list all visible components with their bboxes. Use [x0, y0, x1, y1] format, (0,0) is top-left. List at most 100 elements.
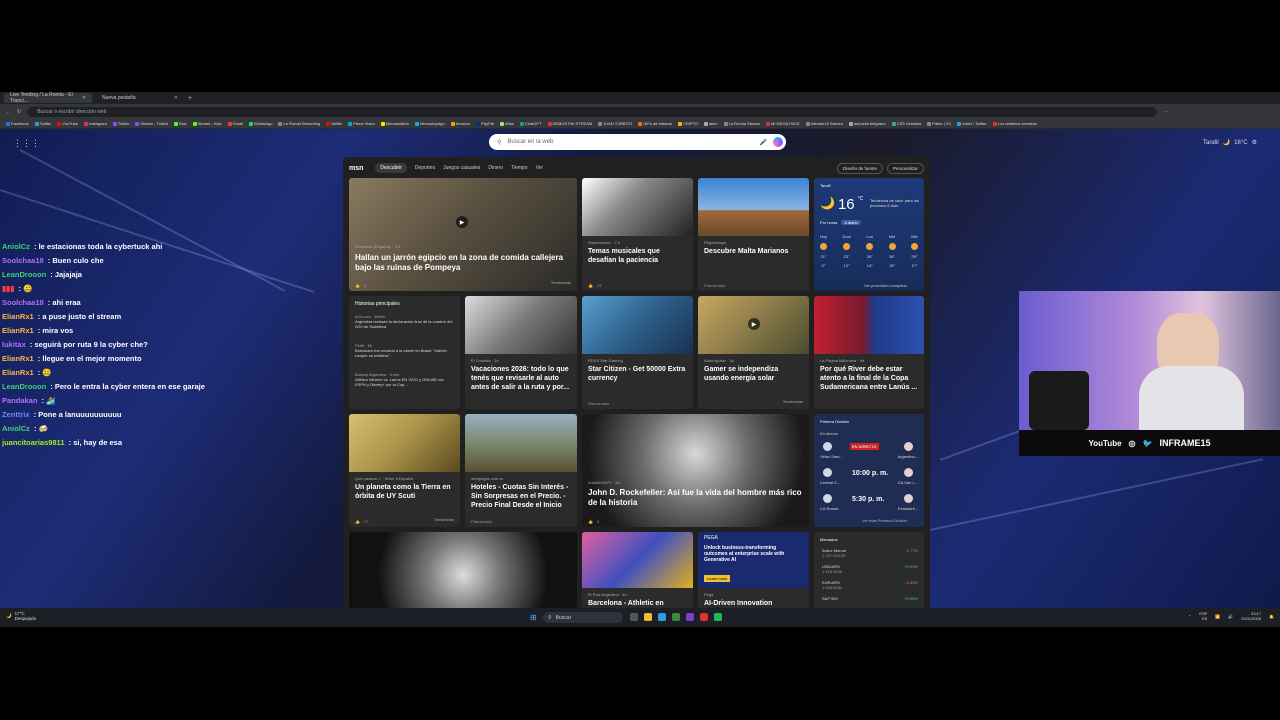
bookmark-item[interactable]: MI MEGA PACK: [765, 121, 800, 126]
edge-icon[interactable]: [658, 613, 666, 621]
chat-username[interactable]: ElianRx1: [2, 368, 34, 377]
notifications-icon[interactable]: 🔔: [1269, 614, 1274, 619]
back-icon[interactable]: ←: [6, 109, 11, 115]
bookmark-item[interactable]: Inicio / Twitter: [957, 121, 987, 126]
bookmark-item[interactable]: Netflix: [326, 121, 342, 126]
markets-card[interactable]: Mercados Índice Merval 2.787.244,99 -1,77%…: [814, 532, 924, 610]
like-icon[interactable]: 👍: [588, 283, 593, 288]
nav-deportes[interactable]: Deportes: [415, 165, 435, 171]
chat-username[interactable]: ▮▮▮: [2, 284, 14, 293]
market-row[interactable]: Índice Merval 2.787.244,99 -1,77%: [822, 548, 918, 558]
personalize-button[interactable]: Personalizar: [886, 163, 924, 174]
bookmark-item[interactable]: Mercadolibre: [380, 121, 409, 126]
starcitizen-card[interactable]: RDSS Star Gaming Star Citizen - Get 5000…: [582, 296, 693, 409]
microphone-icon[interactable]: 🎤: [760, 139, 767, 146]
bookmark-item[interactable]: Twitch: [112, 121, 129, 126]
bookmark-item[interactable]: Wise: [499, 121, 514, 126]
wifi-icon[interactable]: 📶: [1215, 614, 1220, 619]
nav-juegos[interactable]: Juegos casuales: [443, 165, 480, 171]
taskbar-search[interactable]: ⚲ Buscar: [543, 612, 623, 623]
play-icon[interactable]: ▶: [456, 216, 468, 228]
bookmark-item[interactable]: Kick: [173, 121, 187, 126]
font-design-button[interactable]: Diseño de fuente: [836, 163, 883, 174]
chat-username[interactable]: Soolchaa18: [2, 256, 44, 265]
match-row[interactable]: Central C... 10:00 p. m. CA San L...: [820, 466, 918, 490]
pega-ad-button[interactable]: Learn more: [704, 575, 731, 582]
play-icon[interactable]: ▶: [748, 318, 760, 330]
chat-username[interactable]: lukitax: [2, 340, 26, 349]
chat-username[interactable]: juancitoarias9811: [2, 438, 65, 447]
chat-username[interactable]: LeanDrooon: [2, 270, 46, 279]
weather-card[interactable]: Tandil 🌙 16 °C Tendencia de calor para l…: [814, 178, 924, 291]
volume-icon[interactable]: 🔊: [1228, 614, 1233, 619]
new-tab-icon[interactable]: +: [188, 95, 192, 102]
bookmark-item[interactable]: La Ronda Streaming: [278, 121, 320, 126]
bookmark-item[interactable]: JUAN TURBITO: [598, 121, 632, 126]
market-row[interactable]: USD/ARS 1.418,3025 +0,03%: [822, 564, 918, 574]
story-item[interactable]: Bolavip Argentina · 4 min Atlético Mineir…: [355, 372, 454, 388]
story-item[interactable]: Perfil · 6h Bolsonaro fue enviado a la cá…: [355, 343, 454, 359]
weather-day[interactable]: Mié 28° 15°: [888, 234, 896, 268]
tab-new[interactable]: Nueva pestaña ✕: [96, 93, 184, 103]
barcelona-card[interactable]: El País Argentina · 4h Barcelona - Athle…: [582, 532, 693, 610]
tab-hourly[interactable]: Por horas: [820, 220, 837, 225]
clock[interactable]: 23:17 22/11/2025: [1241, 611, 1261, 621]
spotify-icon[interactable]: [714, 613, 722, 621]
bookmark-item[interactable]: Amazon: [450, 121, 470, 126]
weather-day[interactable]: Mié 29° 17°: [910, 234, 918, 268]
planeta-card[interactable]: Qué pasada ☆ · Who! It Español Un planet…: [349, 414, 460, 527]
tab-daily[interactable]: A diario: [841, 220, 861, 225]
pega-card[interactable]: PEGA Unlock business-transforming outcom…: [698, 532, 809, 610]
chat-username[interactable]: LeanDrooon: [2, 382, 46, 391]
copilot-icon[interactable]: [773, 137, 783, 147]
card-title[interactable]: Temas musicales que desafían la pacienci…: [588, 248, 687, 266]
bookmark-item[interactable]: DEMOS PAI STREAM: [547, 121, 592, 126]
nav-tiempo[interactable]: Tiempo: [511, 165, 528, 171]
river-card[interactable]: La Página Millonaria · 9h Por qué River …: [814, 296, 924, 409]
bookmark-item[interactable]: Instagram: [84, 121, 107, 126]
card-title[interactable]: Descubre Malta Marianos: [704, 248, 803, 257]
twitch-icon[interactable]: [686, 613, 694, 621]
bookmark-item[interactable]: CSS Gradient: [891, 121, 921, 126]
chrome-icon[interactable]: [672, 613, 680, 621]
card-title[interactable]: John D. Rockefeller: Así fue la vida del…: [588, 488, 808, 508]
bookmark-item[interactable]: GIFs de Inframe: [638, 121, 672, 126]
chat-username[interactable]: ElianRx1: [2, 354, 34, 363]
bookmark-item[interactable]: alien: [704, 121, 718, 126]
card-title[interactable]: Por qué River debe estar atento a la fin…: [820, 366, 918, 392]
chat-username[interactable]: AniolCz: [2, 424, 30, 433]
bookmark-item[interactable]: PayPal: [476, 121, 494, 126]
bookmark-item[interactable]: La Ronda Stream: [723, 121, 760, 126]
vacaciones-card[interactable]: El Cronista · 2d Vacaciones 2026: todo l…: [465, 296, 577, 409]
bookmark-item[interactable]: Prime Video: [348, 121, 375, 126]
taskbar-weather[interactable]: 🌙 17°C Despejado: [6, 611, 36, 622]
bookmark-item[interactable]: Pablo | VC: [927, 121, 951, 126]
match-row[interactable]: Vélez Sars... EN DIRECTO Argentino...: [820, 440, 918, 464]
app-icon[interactable]: [700, 613, 708, 621]
chat-username[interactable]: Zenttrix: [2, 410, 30, 419]
bookmark-item[interactable]: WhatsApp: [248, 121, 272, 126]
task-view-icon[interactable]: [630, 613, 638, 621]
like-icon[interactable]: 👍: [355, 519, 360, 524]
settings-gear-icon[interactable]: ⚙: [1252, 139, 1257, 146]
bookmark-item[interactable]: Stream - Kick: [192, 121, 222, 126]
apps-grid-icon[interactable]: ⋮⋮⋮: [13, 138, 40, 149]
bookmark-item[interactable]: Gmail: [227, 121, 243, 126]
close-icon[interactable]: ✕: [174, 95, 178, 101]
lang-indicator[interactable]: ESP ES: [1199, 611, 1207, 621]
weather-day[interactable]: Lun 26° 14°: [866, 234, 874, 268]
like-icon[interactable]: 👍: [588, 519, 593, 524]
card-title[interactable]: Vacaciones 2026: todo lo que tenés que r…: [471, 366, 571, 392]
bookmark-item[interactable]: Facebook: [6, 121, 29, 126]
gamer-card[interactable]: ▶ AbbeAguilar · 3d Gamer se independiza …: [698, 296, 809, 409]
card-title[interactable]: Star Citizen - Get 50000 Extra currency: [588, 366, 687, 384]
bookmark-item[interactable]: Twitter: [34, 121, 51, 126]
portrait-card[interactable]: [349, 532, 577, 610]
nav-dinero[interactable]: Dinero: [488, 165, 503, 171]
chevron-up-icon[interactable]: ⌃: [1188, 614, 1191, 619]
chat-username[interactable]: AniolCz: [2, 242, 30, 251]
malta-card[interactable]: PilgrimMaps Descubre Malta Marianos Patr…: [698, 178, 809, 291]
bookmark-item[interactable]: CRIPTO: [678, 121, 698, 126]
top-weather[interactable]: Tandil 🌙 16°C ⚙: [1203, 139, 1257, 147]
temas-card[interactable]: Sharemaster · 2 h Temas musicales que de…: [582, 178, 693, 291]
